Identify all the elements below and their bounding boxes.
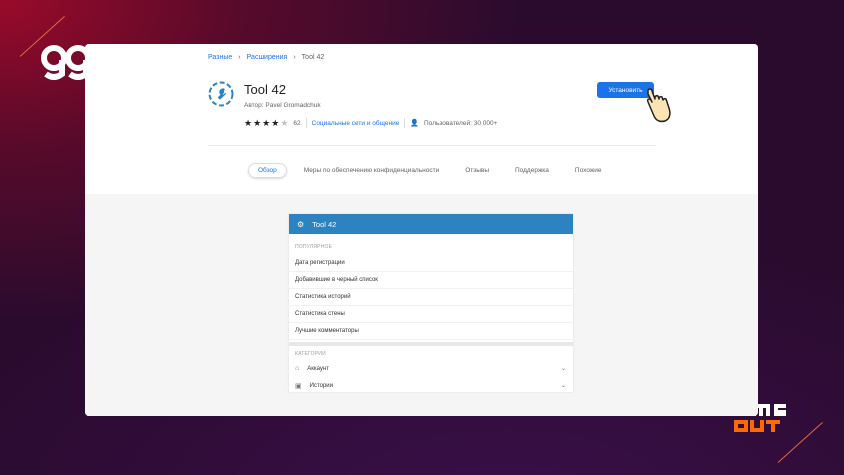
breadcrumb-link-misc[interactable]: Разные bbox=[208, 54, 232, 61]
tab-related[interactable]: Похожие bbox=[566, 164, 611, 177]
category-label: Истории bbox=[309, 382, 333, 389]
star-filled-icon: ★ bbox=[262, 117, 271, 128]
tab-overview[interactable]: Обзор bbox=[248, 163, 287, 178]
breadcrumb: Разные › Расширения › Tool 42 bbox=[208, 54, 324, 61]
tab-support[interactable]: Поддержка bbox=[506, 164, 558, 177]
meta-divider bbox=[305, 118, 307, 128]
detail-tabs: Обзор Меры по обеспечению конфиденциальн… bbox=[248, 163, 618, 178]
breadcrumb-current: Tool 42 bbox=[301, 54, 325, 61]
section-label-popular: ПОПУЛЯРНОЕ bbox=[295, 244, 333, 250]
extension-meta: ★ ★ ★ ★ ★ 62 Социальные сети и общение 👤… bbox=[244, 118, 497, 128]
star-filled-icon: ★ bbox=[253, 117, 262, 128]
list-item[interactable]: Дата регистрации bbox=[289, 255, 573, 272]
breadcrumb-link-extensions[interactable]: Расширения bbox=[247, 54, 288, 61]
chevron-right-icon: › bbox=[293, 54, 296, 61]
extension-title: Tool 42 bbox=[244, 82, 286, 97]
star-filled-icon: ★ bbox=[244, 117, 253, 128]
extension-popup-preview: ⚙ Tool 42 ПОПУЛЯРНОЕ Дата регистрации До… bbox=[289, 214, 573, 392]
store-header: Разные › Расширения › Tool 42 Tool 42 Ав… bbox=[85, 44, 758, 194]
category-item-account[interactable]: ⌂ Аккаунт ⌄ bbox=[289, 360, 573, 377]
users-count: Пользователей: 30 000+ bbox=[424, 119, 498, 127]
popup-title: Tool 42 bbox=[312, 219, 337, 229]
popup-header: ⚙ Tool 42 bbox=[289, 214, 573, 234]
home-icon: ⌂ bbox=[295, 365, 300, 372]
chevron-right-icon: › bbox=[238, 54, 241, 61]
pointer-hand-icon bbox=[646, 88, 671, 123]
meta-divider bbox=[404, 118, 406, 128]
star-filled-icon: ★ bbox=[271, 117, 280, 128]
tab-reviews[interactable]: Отзывы bbox=[456, 164, 498, 177]
users-icon: 👤 bbox=[410, 120, 420, 127]
list-item[interactable]: Лучшие комментаторы bbox=[289, 323, 573, 340]
list-item[interactable]: Статистика историй bbox=[289, 289, 573, 306]
chevron-down-icon: ⌄ bbox=[560, 383, 566, 389]
section-label-categories: КАТЕГОРИИ bbox=[295, 351, 326, 357]
tab-privacy[interactable]: Меры по обеспечению конфиденциальности bbox=[295, 164, 448, 177]
category-label: Аккаунт bbox=[307, 365, 329, 372]
wrench-icon bbox=[208, 81, 234, 107]
category-item-stories[interactable]: ▣ Истории ⌄ bbox=[289, 377, 573, 392]
reviews-count[interactable]: 62 bbox=[293, 120, 300, 127]
list-item[interactable]: Статистика стены bbox=[289, 306, 573, 323]
star-empty-icon: ★ bbox=[280, 117, 289, 128]
browser-window: Разные › Расширения › Tool 42 Tool 42 Ав… bbox=[85, 44, 758, 416]
gear-icon: ⚙ bbox=[297, 219, 305, 229]
chevron-down-icon: ⌄ bbox=[560, 366, 566, 372]
header-divider bbox=[208, 145, 656, 146]
category-link[interactable]: Социальные сети и общение bbox=[312, 120, 400, 127]
extension-author: Автор: Pavel Gromadchuk bbox=[244, 102, 321, 109]
list-item[interactable]: Добавившие в черный список bbox=[289, 272, 573, 289]
stories-icon: ▣ bbox=[295, 382, 302, 390]
rating-stars: ★ ★ ★ ★ ★ bbox=[244, 117, 289, 128]
